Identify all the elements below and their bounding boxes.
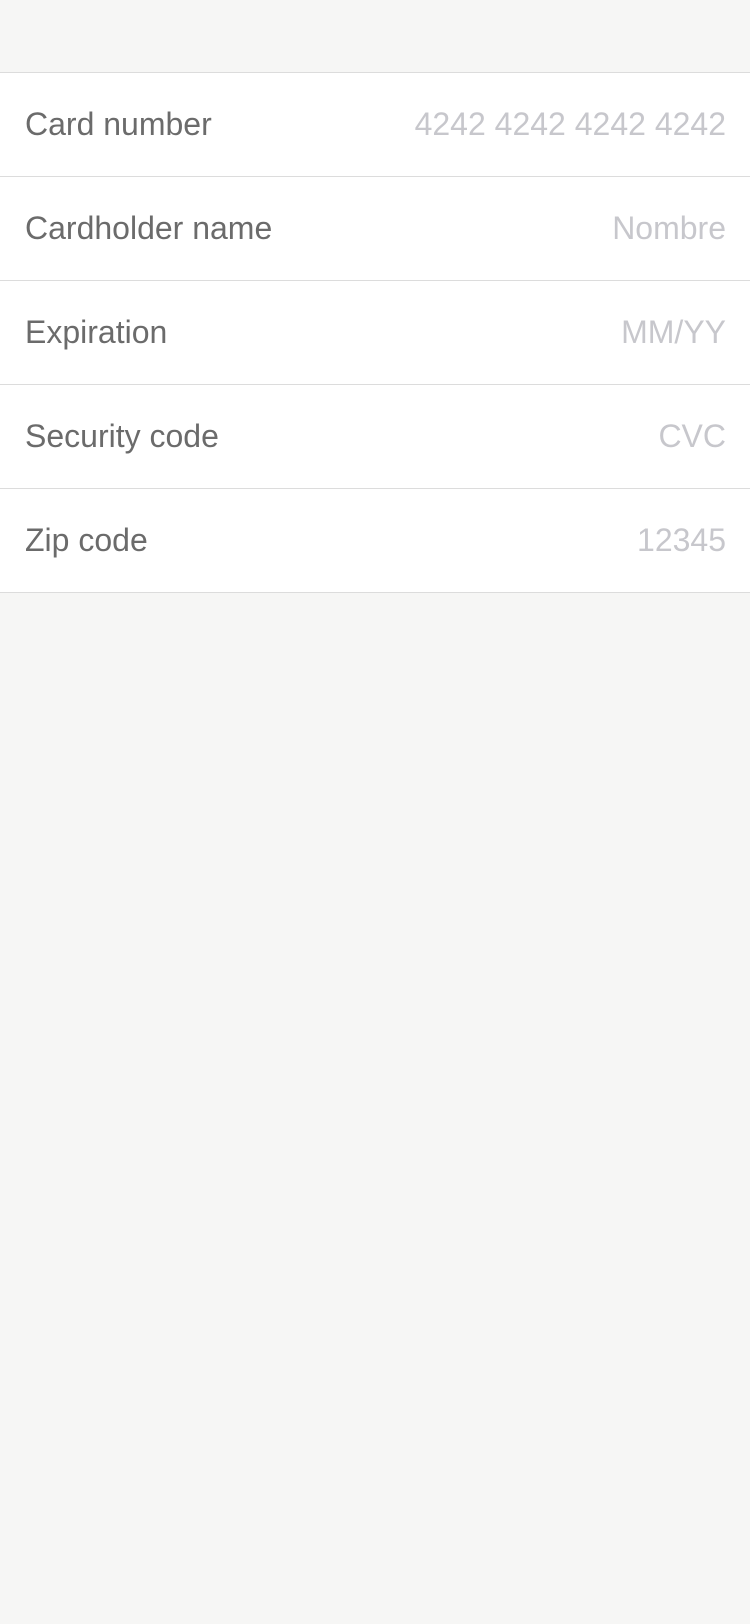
zip-code-label: Zip code [25, 522, 148, 558]
cardholder-name-row: Cardholder name [0, 177, 750, 281]
cardholder-name-label: Cardholder name [25, 210, 273, 246]
card-number-label: Card number [25, 106, 212, 142]
zip-code-input[interactable] [167, 510, 726, 571]
card-entry-form: Card number Cardholder name Expiration S… [0, 72, 750, 593]
card-number-row: Card number [0, 73, 750, 177]
security-code-input[interactable] [238, 406, 726, 467]
cardholder-name-input[interactable] [292, 198, 726, 259]
security-code-row: Security code [0, 385, 750, 489]
zip-code-row: Zip code [0, 489, 750, 593]
security-code-label: Security code [25, 418, 219, 454]
card-number-input[interactable] [231, 94, 726, 155]
expiration-label: Expiration [25, 314, 168, 350]
expiration-row: Expiration [0, 281, 750, 385]
expiration-input[interactable] [187, 302, 726, 363]
